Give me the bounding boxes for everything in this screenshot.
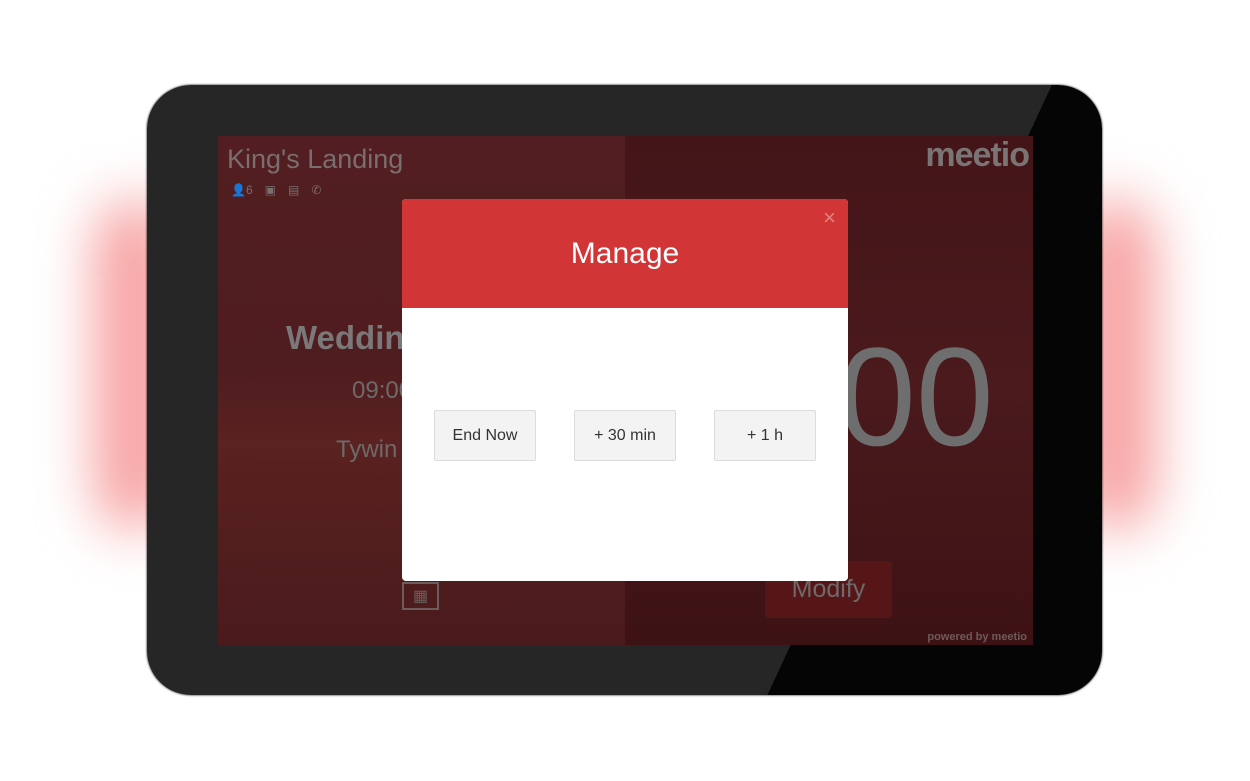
clock: 00 [838, 318, 994, 475]
amenities: 👤6 ▣ ▤ ✆ [231, 183, 321, 197]
extend-1h-button[interactable]: + 1 h [714, 410, 816, 461]
powered-by: powered by meetio [927, 631, 1027, 643]
person-icon: 👤6 [231, 183, 253, 197]
calendar-icon[interactable]: ▦ [402, 582, 439, 610]
phone-icon: ✆ [311, 183, 322, 197]
close-icon[interactable]: × [823, 205, 836, 231]
modal-title: Manage [570, 236, 680, 270]
room-name: King's Landing [227, 144, 404, 174]
manage-modal: Manage × End Now + 30 min + 1 h [402, 199, 848, 581]
modal-header: Manage × [402, 199, 848, 308]
end-now-button[interactable]: End Now [434, 410, 536, 461]
display-icon: ▣ [264, 183, 276, 197]
projector-icon: ▤ [287, 183, 300, 197]
meeting-title: Weddin [286, 319, 405, 356]
capacity: 6 [245, 183, 253, 197]
logo: meetio [925, 136, 1030, 174]
extend-30-button[interactable]: + 30 min [574, 410, 676, 461]
meeting-organizer: Tywin [336, 436, 398, 463]
